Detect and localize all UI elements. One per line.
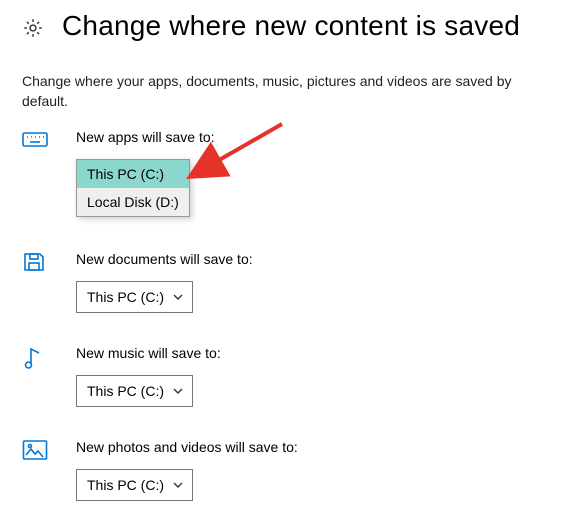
section-apps: New apps will save to: This PC (C:) Loca…	[22, 129, 550, 159]
apps-dropdown-list[interactable]: This PC (C:) Local Disk (D:)	[76, 159, 190, 217]
section-music: New music will save to: This PC (C:)	[22, 345, 550, 407]
documents-combobox[interactable]: This PC (C:)	[76, 281, 193, 313]
section-documents: New documents will save to: This PC (C:)	[22, 251, 550, 313]
documents-label: New documents will save to:	[76, 251, 253, 267]
keyboard-icon	[22, 129, 50, 154]
save-icon	[22, 251, 50, 278]
photos-label: New photos and videos will save to:	[76, 439, 298, 455]
music-label: New music will save to:	[76, 345, 221, 361]
photos-combobox[interactable]: This PC (C:)	[76, 469, 193, 501]
documents-value: This PC (C:)	[87, 289, 164, 305]
gear-icon	[22, 17, 44, 39]
apps-option-1[interactable]: Local Disk (D:)	[77, 188, 189, 216]
page-description: Change where your apps, documents, music…	[22, 72, 522, 111]
apps-label: New apps will save to:	[76, 129, 215, 145]
apps-option-0[interactable]: This PC (C:)	[77, 160, 189, 188]
chevron-down-icon	[172, 385, 184, 397]
music-combobox[interactable]: This PC (C:)	[76, 375, 193, 407]
music-value: This PC (C:)	[87, 383, 164, 399]
picture-icon	[22, 439, 50, 466]
music-note-icon	[22, 345, 50, 376]
chevron-down-icon	[172, 291, 184, 303]
page-title: Change where new content is saved	[62, 10, 520, 42]
section-photos: New photos and videos will save to: This…	[22, 439, 550, 501]
photos-value: This PC (C:)	[87, 477, 164, 493]
chevron-down-icon	[172, 479, 184, 491]
